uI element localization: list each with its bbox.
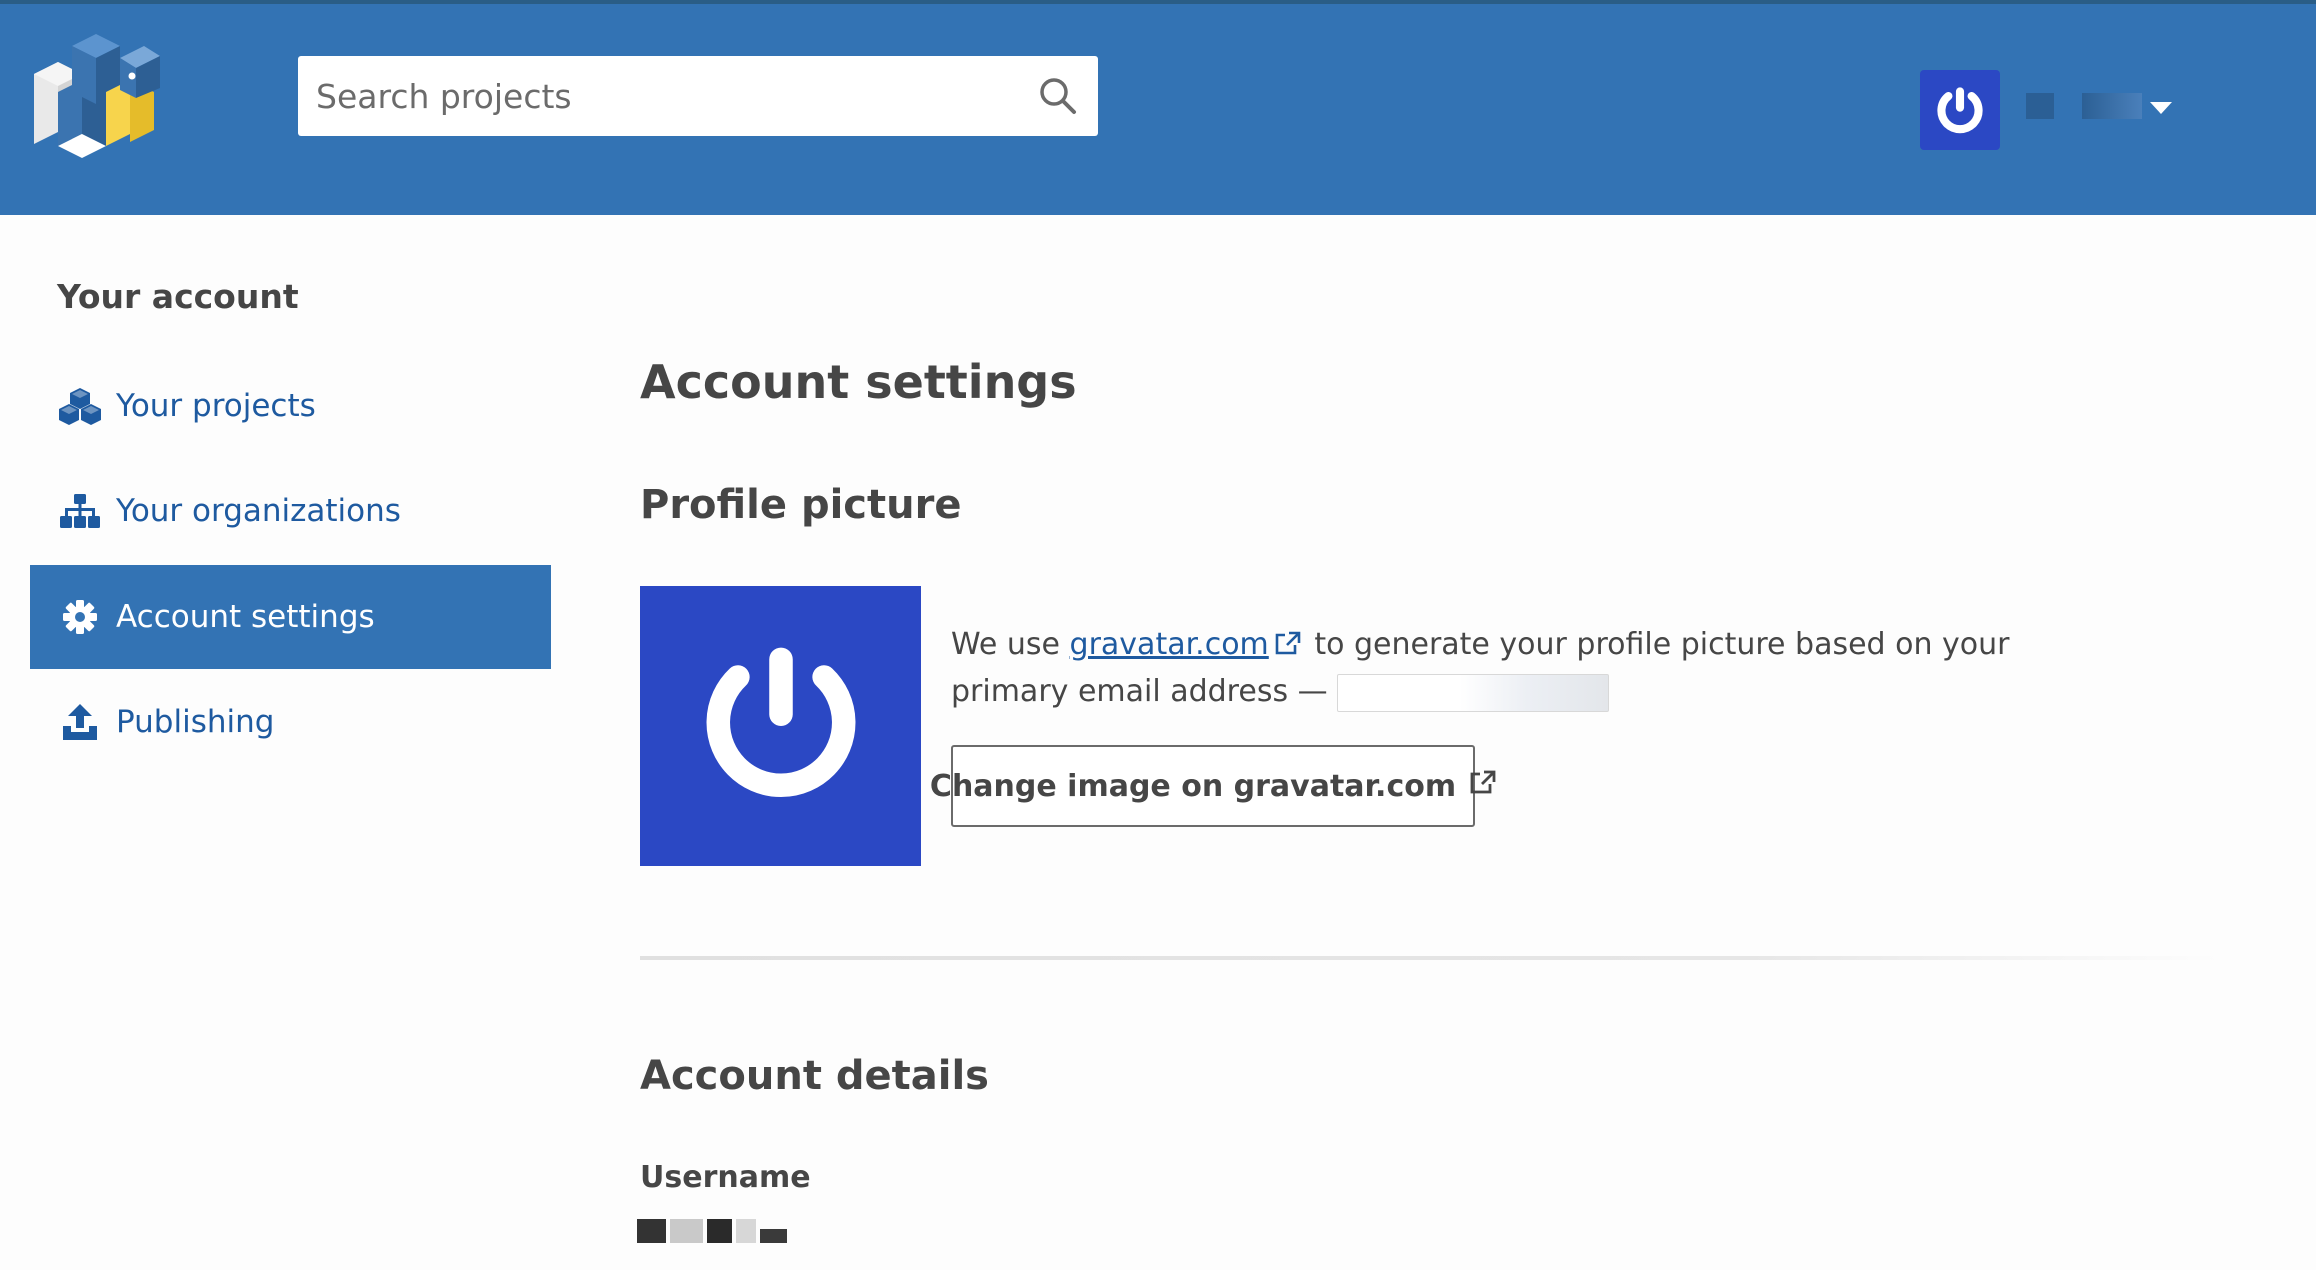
gravatar-description: We use gravatar.com to generate your pro… [951, 623, 2051, 714]
sidebar-title: Your account [57, 277, 299, 316]
external-link-icon [1470, 769, 1496, 804]
email-redacted [1337, 673, 1610, 712]
change-gravatar-button[interactable]: Change image on gravatar.com [930, 745, 1496, 827]
sidebar-item-your-organizations[interactable]: Your organizations [30, 459, 551, 563]
sidebar-item-label: Your projects [116, 388, 316, 424]
username-redacted [637, 1217, 787, 1245]
sidebar-item-label: Your organizations [116, 493, 401, 529]
sidebar-item-label: Publishing [116, 704, 275, 740]
external-link-icon [1275, 626, 1301, 670]
sidebar-item-publishing[interactable]: Publishing [30, 670, 551, 774]
cubes-icon [58, 384, 102, 428]
user-avatar[interactable] [1920, 70, 2000, 150]
sidebar-item-your-projects[interactable]: Your projects [30, 354, 551, 458]
sitemap-icon [58, 489, 102, 533]
user-name-redacted[interactable] [2026, 90, 2142, 122]
pypi-logo[interactable] [24, 34, 162, 158]
chevron-down-icon[interactable] [2150, 102, 2172, 114]
profile-avatar [640, 586, 921, 866]
upload-icon [58, 700, 102, 744]
account-details-heading: Account details [640, 1053, 989, 1099]
username-label: Username [640, 1160, 811, 1195]
redacted-text [2026, 93, 2054, 119]
gravatar-link[interactable]: gravatar.com [1070, 627, 1269, 662]
search-icon[interactable] [1018, 56, 1098, 136]
profile-picture-heading: Profile picture [640, 482, 962, 528]
gear-icon [58, 595, 102, 639]
page-title: Account settings [640, 355, 1077, 409]
sidebar-item-label: Account settings [116, 599, 375, 635]
section-divider [640, 956, 2220, 960]
sidebar-item-account-settings[interactable]: Account settings [30, 565, 551, 669]
site-header [0, 4, 2316, 215]
redacted-text [2082, 93, 2142, 119]
search-input[interactable] [298, 56, 1018, 136]
search-bar [298, 56, 1098, 136]
